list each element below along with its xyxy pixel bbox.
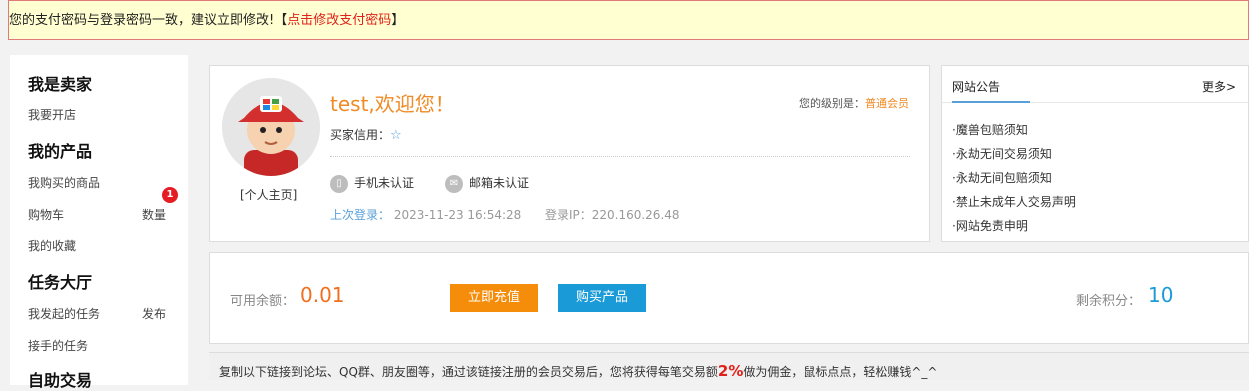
warning-suffix: 】 [391, 13, 405, 28]
cart-count-badge: 1 [162, 187, 178, 203]
points-label: 剩余积分： [1076, 294, 1142, 309]
notice-more-link[interactable]: 更多> [1202, 78, 1236, 95]
welcome-greeting: test,欢迎您！ [330, 92, 455, 116]
password-warning-bar: 您的支付密码与登录密码一致，建议立即修改!【点击修改支付密码】 [8, 0, 1249, 40]
sidebar-item-cart-qty[interactable]: 数量 [142, 206, 166, 223]
warning-text: 您的支付密码与登录密码一致，建议立即修改!【 [9, 13, 288, 28]
balance-value: 0.01 [300, 283, 345, 307]
sidebar-item-favorites[interactable]: 我的收藏 [28, 237, 76, 254]
sidebar-item-purchased[interactable]: 我购买的商品 [28, 174, 100, 191]
sidebar-item-cart[interactable]: 购物车 [28, 206, 64, 223]
promo-suffix: 做为佣金，鼠标点点，轻松赚钱^_^ [743, 365, 938, 379]
balance-label: 可用余额： [230, 294, 296, 309]
divider [330, 156, 910, 157]
sidebar-heading-self-trade: 自助交易 [28, 371, 93, 390]
notice-title: 网站公告 [952, 80, 1001, 94]
last-login-label: 上次登录： [330, 208, 391, 222]
recharge-button[interactable]: 立即充值 [450, 284, 538, 312]
mail-icon: ✉ [445, 174, 463, 193]
login-ip: 220.160.26.48 [591, 208, 680, 222]
star-icon: ☆ [390, 128, 402, 143]
notice-item[interactable]: ·永劫无间包赔须知 [952, 166, 1076, 190]
notice-item[interactable]: ·禁止未成年人交易声明 [952, 190, 1076, 214]
avatar[interactable] [222, 78, 320, 176]
balance-panel: 可用余额： 0.01 立即充值 购买产品 剩余积分： 10 [209, 252, 1249, 344]
notice-item[interactable]: ·魔兽包赔须知 [952, 118, 1076, 142]
level-label: 您的级别是： [799, 97, 865, 110]
credit-label: 买家信用： [330, 128, 391, 142]
buyer-credit: 买家信用：☆ [330, 126, 402, 143]
profile-panel: [个人主页] test,欢迎您！ 您的级别是：普通会员 买家信用：☆ ▯ 手机未认… [209, 65, 930, 242]
sidebar-item-accepted-tasks[interactable]: 接手的任务 [28, 337, 88, 354]
sidebar-item-publish[interactable]: 发布 [142, 305, 166, 322]
phone-verification[interactable]: ▯ 手机未认证 [330, 174, 414, 193]
buy-products-button[interactable]: 购买产品 [558, 284, 646, 312]
avatar-cartoon-icon [222, 78, 320, 176]
site-notice-panel: 网站公告 更多> ·魔兽包赔须知 ·永劫无间交易须知 ·永劫无间包赔须知 ·禁止… [941, 65, 1249, 242]
level-value[interactable]: 普通会员 [865, 97, 909, 110]
sidebar-item-open-shop[interactable]: 我要开店 [28, 106, 76, 123]
email-status: 邮箱未认证 [469, 176, 530, 190]
phone-icon: ▯ [330, 174, 348, 193]
referral-promo-bar: 复制以下链接到论坛、QQ群、朋友圈等，通过该链接注册的会员交易后，您将获得每笔交… [209, 352, 1249, 380]
promo-text: 复制以下链接到论坛、QQ群、朋友圈等，通过该链接注册的会员交易后，您将获得每笔交… [219, 365, 718, 379]
notice-list: ·魔兽包赔须知 ·永劫无间交易须知 ·永劫无间包赔须知 ·禁止未成年人交易声明 … [952, 118, 1076, 238]
commission-percent: 2% [717, 362, 744, 380]
login-ip-label: 登录IP： [544, 208, 592, 222]
points-value: 10 [1148, 283, 1174, 307]
personal-homepage-link[interactable]: [个人主页] [240, 186, 297, 203]
sidebar-heading-tasks: 任务大厅 [28, 273, 93, 292]
sidebar-heading-products: 我的产品 [28, 142, 93, 161]
last-login-time: 2023-11-23 16:54:28 [393, 208, 522, 222]
notice-tab-underline [952, 101, 1030, 103]
member-level: 您的级别是：普通会员 [799, 95, 909, 111]
change-pay-password-link[interactable]: 点击修改支付密码 [287, 13, 391, 28]
notice-item[interactable]: ·网站免责申明 [952, 214, 1076, 238]
last-login-info: 上次登录： 2023-11-23 16:54:28 登录IP：220.160.2… [330, 206, 680, 223]
sidebar: 我是卖家 我要开店 我的产品 我购买的商品 购物车 数量 1 我的收藏 任务大厅… [10, 55, 188, 390]
notice-item[interactable]: ·永劫无间交易须知 [952, 142, 1076, 166]
sidebar-heading-seller: 我是卖家 [28, 75, 93, 94]
phone-status: 手机未认证 [354, 176, 415, 190]
email-verification[interactable]: ✉ 邮箱未认证 [445, 174, 529, 193]
sidebar-item-my-tasks[interactable]: 我发起的任务 [28, 305, 100, 322]
